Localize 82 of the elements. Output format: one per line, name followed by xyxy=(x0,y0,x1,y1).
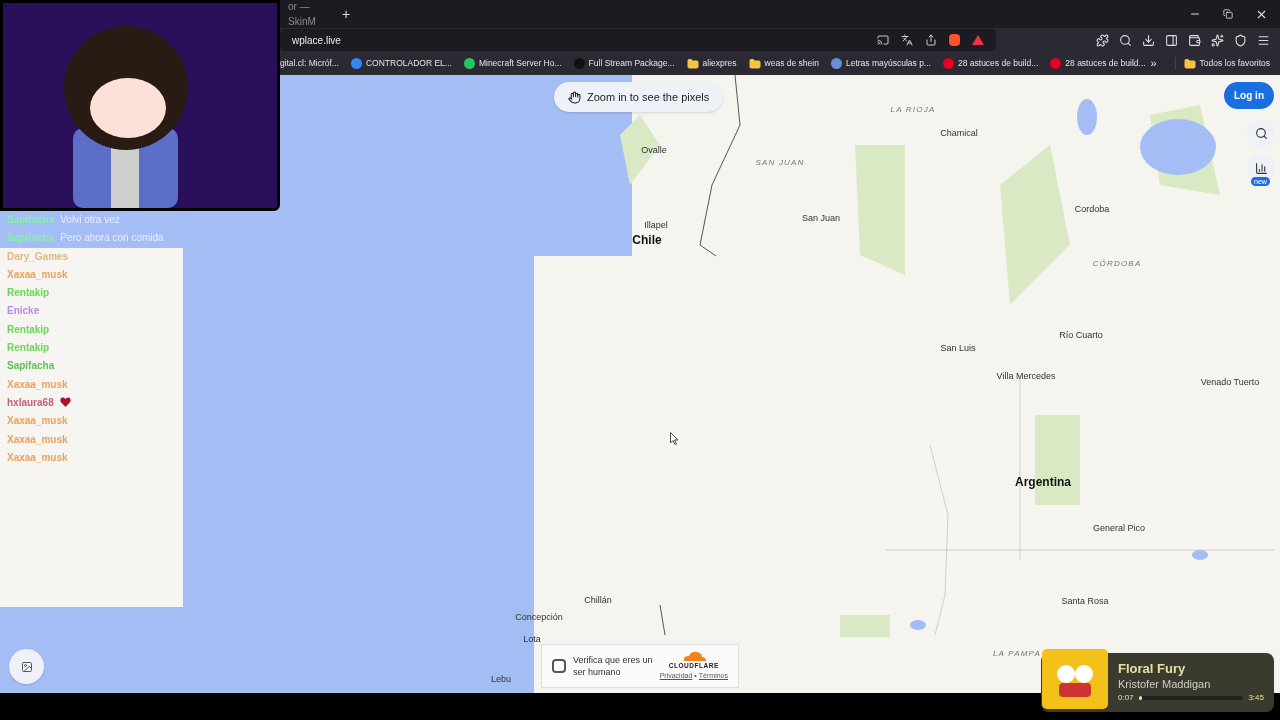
restore-icon[interactable] xyxy=(1223,9,1233,19)
region-label: CÓRDOBA xyxy=(1092,260,1142,268)
folder-icon xyxy=(686,57,699,70)
chat-username: Enicke xyxy=(7,304,40,319)
chat-username: Xaxaa_musk xyxy=(7,414,68,429)
elapsed-time: 0:07 xyxy=(1118,692,1134,704)
download-icon[interactable] xyxy=(1142,33,1155,47)
city-label: Concepción xyxy=(515,613,563,622)
pointer-icon xyxy=(568,90,581,104)
url-text: wplace.live xyxy=(292,33,342,48)
login-button[interactable]: Log in xyxy=(1224,82,1274,109)
chat-username: Xaxaa_musk xyxy=(7,450,68,465)
sidebar-icon[interactable] xyxy=(1165,33,1178,47)
bookmark-link[interactable]: aliexpres xyxy=(686,57,737,70)
chat-username: hxlaura68 xyxy=(7,395,54,410)
search-icon xyxy=(1254,126,1268,140)
mouse-cursor-icon xyxy=(670,432,679,445)
browser-tab[interactable]: or — SkinM xyxy=(280,0,330,28)
captcha-checkbox[interactable] xyxy=(552,659,566,673)
city-label: Chamical xyxy=(940,129,978,138)
zoom-hint-pill: Zoom in to see the pixels xyxy=(554,82,724,112)
chat-username: Rentakip xyxy=(7,322,50,337)
city-label: Venado Tuerto xyxy=(1200,378,1260,387)
city-label: Villa Mercedes xyxy=(996,372,1056,381)
chat-username: Rentakip xyxy=(7,286,50,301)
country-label: Chile xyxy=(632,234,662,246)
city-label: Lota xyxy=(523,635,541,644)
city-label: Cordoba xyxy=(1074,205,1110,214)
total-time: 3:45 xyxy=(1248,692,1264,704)
pin-icon xyxy=(943,58,954,69)
cast-icon[interactable] xyxy=(877,34,889,46)
bookmark-link[interactable]: Minecraft Server Ho... xyxy=(463,57,562,70)
chat-username: Sapifacha xyxy=(7,231,55,246)
folder-icon xyxy=(1183,57,1196,70)
sparkle-icon[interactable] xyxy=(1211,33,1224,47)
city-label: Lebu xyxy=(491,675,511,684)
bookmark-link[interactable]: igital.cl: Micróf... xyxy=(278,57,339,70)
city-label: Río Cuarto xyxy=(1059,331,1103,340)
menu-icon[interactable] xyxy=(1257,33,1270,47)
chat-username: Sapifacha xyxy=(7,359,55,374)
city-label: General Pico xyxy=(1093,524,1145,533)
bookmark-link[interactable]: 28 astuces de build... xyxy=(943,57,1039,70)
country-label: Argentina xyxy=(1015,476,1071,488)
all-bookmarks-link[interactable]: Todos los favoritos xyxy=(1174,57,1280,70)
image-icon xyxy=(20,660,33,673)
folder-icon xyxy=(748,57,761,70)
bookmark-link[interactable]: 28 astuces de build... xyxy=(1050,57,1146,70)
city-label: Ovalle xyxy=(641,146,667,155)
chat-username: Dary_Games xyxy=(7,249,69,264)
track-artist: Kristofer Maddigan xyxy=(1118,677,1212,692)
more-bookmarks-button[interactable]: » xyxy=(1150,55,1157,72)
region-label: LA PAMPA xyxy=(992,650,1042,658)
pin-icon xyxy=(1050,58,1062,69)
share-icon[interactable] xyxy=(925,34,937,46)
wallet-icon[interactable] xyxy=(1188,33,1201,47)
chat-username: Sapifacha xyxy=(7,213,55,227)
region-label: LA RIOJA xyxy=(890,106,936,114)
bookmark-link[interactable]: Letras mayúsculas p... xyxy=(830,57,931,70)
extensions-icon[interactable] xyxy=(1096,33,1109,47)
new-tab-button[interactable]: + xyxy=(338,3,355,25)
chat-username: Xaxaa_musk xyxy=(7,377,68,392)
city-label: San Luis xyxy=(940,344,976,353)
track-title: Floral Fury xyxy=(1118,661,1187,677)
search-icon[interactable] xyxy=(1119,33,1132,47)
address-bar[interactable]: wplace.live xyxy=(280,29,996,51)
search-button[interactable] xyxy=(1247,119,1275,147)
bar-chart-icon xyxy=(1254,161,1268,175)
city-label: San Juan xyxy=(802,214,840,223)
chat-username: Rentakip xyxy=(7,341,50,356)
chat-message: Pero ahora con comida xyxy=(60,231,164,246)
chat-message: Volvi otra vez xyxy=(60,213,120,227)
captcha-text: Verifica que eres un ser humano xyxy=(573,654,653,678)
region-label: SAN JUAN xyxy=(755,159,805,167)
bookmark-link[interactable]: Full Stream Package... xyxy=(573,57,675,70)
chat-username: Xaxaa_musk xyxy=(7,267,68,282)
bookmark-link[interactable]: CONTROLADOR EL... xyxy=(350,57,452,70)
chat-username: Xaxaa_musk xyxy=(7,432,68,447)
city-label: Santa Rosa xyxy=(1061,597,1109,606)
city-label: Illapel xyxy=(644,221,668,230)
translate-icon[interactable] xyxy=(901,34,913,46)
bookmark-link[interactable]: weas de shein xyxy=(748,57,819,70)
city-label: Chillán xyxy=(584,596,612,605)
